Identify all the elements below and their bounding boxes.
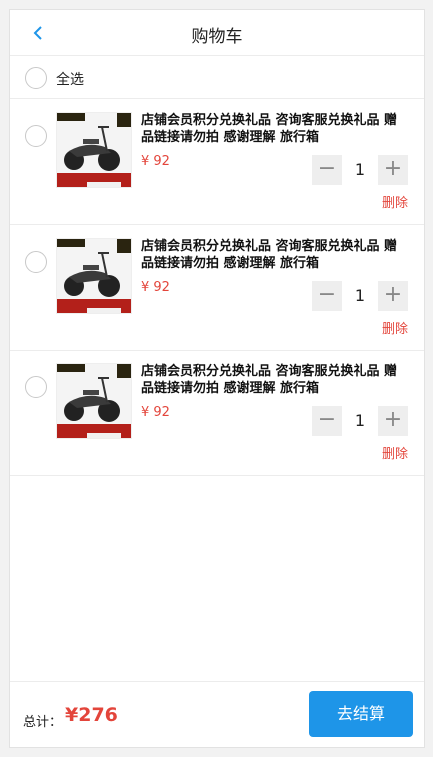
total-label: 总计： xyxy=(23,715,63,730)
quantity-stepper: − 1 + xyxy=(312,406,408,436)
item-title[interactable]: 店铺会员积分兑换礼品 咨询客服兑换礼品 赠品链接请勿拍 感谢理解 旅行箱 xyxy=(141,363,406,397)
cart-page: 购物车 全选 店铺会员积分兑换礼品 咨询客服兑换礼品 赠品链接请勿拍 感谢理解 … xyxy=(9,9,425,748)
increase-button[interactable]: + xyxy=(378,406,408,436)
quantity-input[interactable]: 1 xyxy=(344,155,376,185)
scooter-image xyxy=(57,364,131,438)
item-checkbox[interactable] xyxy=(25,376,47,398)
decrease-button[interactable]: − xyxy=(312,281,342,311)
scooter-image xyxy=(57,239,131,313)
page-title: 购物车 xyxy=(191,27,243,47)
item-title[interactable]: 店铺会员积分兑换礼品 咨询客服兑换礼品 赠品链接请勿拍 感谢理解 旅行箱 xyxy=(141,238,406,272)
delete-link[interactable]: 删除 xyxy=(382,192,408,211)
cart-item: 店铺会员积分兑换礼品 咨询客服兑换礼品 赠品链接请勿拍 感谢理解 旅行箱 ¥ 9… xyxy=(10,100,424,225)
delete-link[interactable]: 删除 xyxy=(382,318,408,337)
quantity-stepper: − 1 + xyxy=(312,155,408,185)
increase-button[interactable]: + xyxy=(378,155,408,185)
cart-item: 店铺会员积分兑换礼品 咨询客服兑换礼品 赠品链接请勿拍 感谢理解 旅行箱 ¥ 9… xyxy=(10,226,424,351)
quantity-stepper: − 1 + xyxy=(312,281,408,311)
delete-link[interactable]: 删除 xyxy=(382,443,408,462)
quantity-input[interactable]: 1 xyxy=(344,406,376,436)
increase-button[interactable]: + xyxy=(378,281,408,311)
item-title[interactable]: 店铺会员积分兑换礼品 咨询客服兑换礼品 赠品链接请勿拍 感谢理解 旅行箱 xyxy=(141,112,406,146)
checkout-button[interactable]: 去结算 xyxy=(309,691,413,737)
header: 购物车 xyxy=(10,10,424,56)
product-image[interactable] xyxy=(56,112,132,188)
decrease-button[interactable]: − xyxy=(312,155,342,185)
select-all-label: 全选 xyxy=(56,72,84,88)
quantity-input[interactable]: 1 xyxy=(344,281,376,311)
product-image[interactable] xyxy=(56,238,132,314)
total-value: ¥276 xyxy=(65,704,118,726)
item-checkbox[interactable] xyxy=(25,251,47,273)
item-price: ¥ 92 xyxy=(141,405,170,420)
cart-footer: 总计： ¥276 去结算 xyxy=(10,681,424,747)
item-price: ¥ 92 xyxy=(141,280,170,295)
item-checkbox[interactable] xyxy=(25,125,47,147)
scooter-image xyxy=(57,113,131,187)
select-all-checkbox[interactable] xyxy=(25,67,47,89)
cart-item: 店铺会员积分兑换礼品 咨询客服兑换礼品 赠品链接请勿拍 感谢理解 旅行箱 ¥ 9… xyxy=(10,351,424,476)
product-image[interactable] xyxy=(56,363,132,439)
decrease-button[interactable]: − xyxy=(312,406,342,436)
item-price: ¥ 92 xyxy=(141,154,170,169)
select-all-row: 全选 xyxy=(10,57,424,99)
